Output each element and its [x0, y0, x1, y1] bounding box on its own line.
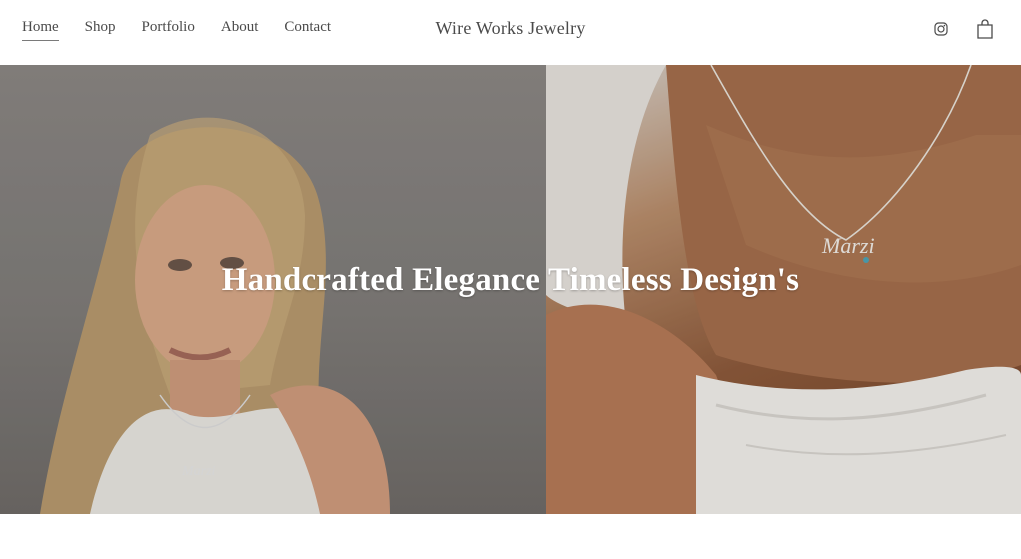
instagram-icon[interactable]: [931, 19, 951, 39]
nav-contact[interactable]: Contact: [284, 19, 331, 41]
main-nav: Home Shop Portfolio About Contact: [22, 19, 357, 41]
hero-banner: Marzi Marzi Handcrafted Elegance Timeles…: [0, 65, 1021, 514]
nav-shop[interactable]: Shop: [85, 19, 116, 41]
nav-home[interactable]: Home: [22, 19, 59, 41]
nav-about[interactable]: About: [221, 19, 259, 41]
brand-title[interactable]: Wire Works Jewelry: [435, 18, 585, 38]
page-bottom-space: [0, 514, 1021, 559]
header-icons: [931, 19, 995, 39]
shopping-bag-icon[interactable]: [975, 19, 995, 39]
site-header: Home Shop Portfolio About Contact Wire W…: [0, 0, 1021, 65]
hero-title: Handcrafted Elegance Timeless Design's: [221, 262, 800, 298]
nav-portfolio[interactable]: Portfolio: [142, 19, 195, 41]
